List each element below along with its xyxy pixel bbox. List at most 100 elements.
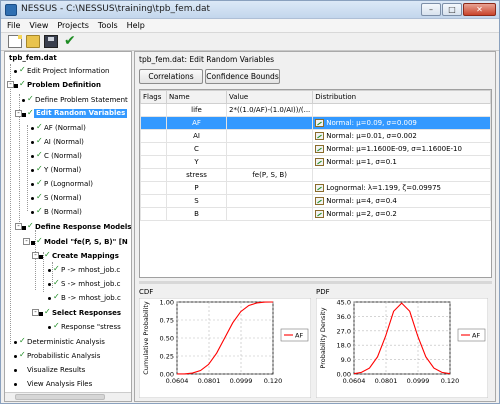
tree-view-files[interactable]: View Analysis Files <box>27 380 92 389</box>
distribution-edit-icon[interactable] <box>315 145 325 153</box>
close-button[interactable]: ✕ <box>463 3 496 16</box>
table-row[interactable]: AI Normal: μ=0.01, σ=0.002 <box>140 129 491 143</box>
split-divider[interactable] <box>139 281 492 284</box>
save-disk-icon[interactable] <box>44 35 58 48</box>
collapse-toggle-icon[interactable]: - <box>15 110 22 117</box>
tree-deterministic[interactable]: Deterministic Analysis <box>27 338 105 347</box>
window-title: NESSUS - C:\NESSUS\training\tpb_fem.dat <box>21 4 211 14</box>
menu-file[interactable]: File <box>1 19 23 30</box>
collapse-toggle-icon[interactable]: - <box>32 309 39 316</box>
tree-create-mappings[interactable]: Create Mappings <box>52 252 119 261</box>
distribution-edit-icon[interactable] <box>315 119 325 127</box>
row-value[interactable]: 2*((1.0/AF)-(1.0/AI))/(... <box>225 103 314 117</box>
menu-bar: File View Projects Tools Help <box>1 19 499 33</box>
row-distribution[interactable]: Normal: μ=0.01, σ=0.002 <box>326 132 417 140</box>
tree-visualize[interactable]: Visualize Results <box>27 366 85 375</box>
table-row[interactable]: Y Normal: μ=1, σ=0.1 <box>140 155 491 169</box>
header-value[interactable]: Value <box>225 90 314 104</box>
menu-view[interactable]: View <box>23 19 51 30</box>
menu-projects[interactable]: Projects <box>51 19 92 30</box>
open-folder-icon[interactable] <box>26 35 40 48</box>
bullet-icon <box>31 155 34 158</box>
cdf-ylabel: Cumulative Probability <box>142 301 150 375</box>
row-name: P <box>166 181 227 195</box>
pdf-ytick-label: 9.0 <box>341 356 351 364</box>
row-distribution[interactable]: Normal: μ=2, σ=0.2 <box>326 210 397 218</box>
header-name[interactable]: Name <box>166 90 227 104</box>
check-icon: ✓ <box>19 336 26 345</box>
row-distribution[interactable]: Normal: μ=4, σ=0.4 <box>326 197 397 205</box>
check-icon: ✓ <box>36 122 43 131</box>
cdf-plot: 0.000.250.500.751.000.0604 0.0801 0.0999 0.… <box>139 298 311 398</box>
menu-tools[interactable]: Tools <box>92 19 121 30</box>
row-name: AF <box>166 116 227 130</box>
app-window: NESSUS - C:\NESSUS\training\tpb_fem.dat … <box>0 0 500 404</box>
distribution-edit-icon[interactable] <box>315 184 325 192</box>
header-distribution[interactable]: Distribution <box>312 90 491 104</box>
new-file-icon[interactable] <box>8 35 22 48</box>
tree-model[interactable]: Model "fe(P, S, B)" [N <box>44 238 128 247</box>
maximize-button[interactable]: □ <box>442 3 462 16</box>
tree-define-statement[interactable]: Define Problem Statement <box>35 96 128 105</box>
distribution-edit-icon[interactable] <box>315 197 325 205</box>
tree-mapping-b[interactable]: B -> mhost_job.c <box>61 294 121 303</box>
collapse-toggle-icon[interactable]: - <box>7 81 14 88</box>
pdf-ytick-label: 18.0 <box>337 342 351 350</box>
row-name: B <box>166 207 227 221</box>
correlations-button[interactable]: Correlations <box>139 69 203 84</box>
tree-rv-p[interactable]: P (Lognormal) <box>44 180 93 189</box>
table-row[interactable]: life 2*((1.0/AF)-(1.0/AI))/(... <box>140 103 491 117</box>
tree-rv-af[interactable]: AF (Normal) <box>44 124 86 133</box>
tree-root[interactable]: tpb_fem.dat <box>9 54 57 63</box>
header-flags[interactable]: Flags <box>140 90 167 104</box>
horizontal-scrollbar[interactable] <box>5 392 131 401</box>
tree-probabilistic[interactable]: Probabilistic Analysis <box>27 352 100 361</box>
folder-node-icon <box>31 241 35 245</box>
tree-mapping-s[interactable]: S -> mhost_job.c <box>61 280 120 289</box>
confidence-bounds-button[interactable]: Confidence Bounds <box>205 69 280 84</box>
collapse-toggle-icon[interactable]: - <box>32 252 39 259</box>
minimize-button[interactable]: – <box>421 3 441 16</box>
scrollbar-thumb[interactable] <box>15 394 105 400</box>
check-icon: ✓ <box>27 221 34 230</box>
tree-rv-c[interactable]: C (Normal) <box>44 152 82 161</box>
tree-edit-random-variables[interactable]: Edit Random Variables <box>34 109 128 118</box>
distribution-edit-icon[interactable] <box>315 158 325 166</box>
run-checkmark-icon[interactable]: ✔ <box>64 33 78 49</box>
bullet-icon <box>31 141 34 144</box>
row-distribution[interactable]: Normal: μ=1, σ=0.1 <box>326 158 397 166</box>
distribution-edit-icon[interactable] <box>315 210 325 218</box>
row-distribution[interactable]: Normal: μ=1.1600E-09, σ=1.1600E-10 <box>326 145 462 153</box>
tree-select-responses[interactable]: Select Responses <box>52 309 121 318</box>
row-value[interactable]: fe(P, S, B) <box>225 168 314 182</box>
table-row[interactable]: C Normal: μ=1.1600E-09, σ=1.1600E-10 <box>140 142 491 156</box>
tree-edit-project[interactable]: Edit Project Information <box>27 67 109 76</box>
tree-rv-s[interactable]: S (Normal) <box>44 194 81 203</box>
check-icon: ✓ <box>19 79 26 88</box>
tree-rv-ai[interactable]: AI (Normal) <box>44 138 84 147</box>
tree-rv-y[interactable]: Y (Normal) <box>44 166 81 175</box>
table-row[interactable]: B Normal: μ=2, σ=0.2 <box>140 207 491 221</box>
menu-help[interactable]: Help <box>121 19 148 30</box>
table-row[interactable]: stress fe(P, S, B) <box>140 168 491 182</box>
check-icon: ✓ <box>19 65 26 74</box>
bullet-icon <box>31 127 34 130</box>
tree-mapping-p[interactable]: P -> mhost_job.c <box>61 266 120 275</box>
tree-define-response[interactable]: Define Response Models <box>35 223 131 232</box>
collapse-toggle-icon[interactable]: - <box>23 238 30 245</box>
title-bar[interactable]: NESSUS - C:\NESSUS\training\tpb_fem.dat … <box>1 1 499 19</box>
table-row[interactable]: AF Normal: μ=0.09, σ=0.009 <box>140 116 491 130</box>
tree-rv-b[interactable]: B (Normal) <box>44 208 82 217</box>
check-icon: ✓ <box>36 164 43 173</box>
table-row[interactable]: P Lognormal: λ=1.199, ζ=0.09975 <box>140 181 491 195</box>
pdf-ylabel: Probability Density <box>319 307 327 368</box>
distribution-edit-icon[interactable] <box>315 132 325 140</box>
row-distribution[interactable]: Normal: μ=0.09, σ=0.009 <box>326 119 417 127</box>
row-distribution[interactable]: Lognormal: λ=1.199, ζ=0.09975 <box>326 184 441 192</box>
tree-problem-definition[interactable]: Problem Definition <box>27 81 101 90</box>
table-row[interactable]: S Normal: μ=4, σ=0.4 <box>140 194 491 208</box>
tree-response[interactable]: Response "stress <box>61 323 121 332</box>
folder-node-icon <box>39 255 43 259</box>
check-icon: ✓ <box>27 94 34 103</box>
collapse-toggle-icon[interactable]: - <box>15 223 22 230</box>
